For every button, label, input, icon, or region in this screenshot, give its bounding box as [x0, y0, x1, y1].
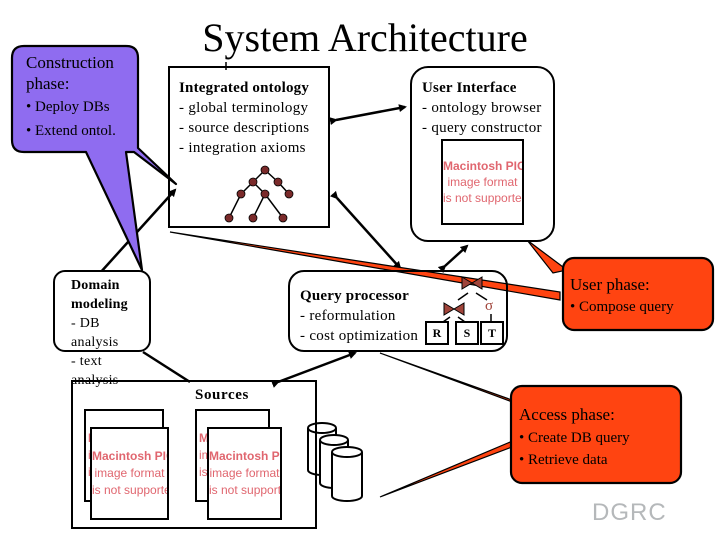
- dgrc-logo: DGRC: [592, 499, 667, 526]
- arrow-ui-qp: [437, 244, 469, 273]
- ui-image-placeholder: Macintosh PICT image format is not suppo…: [441, 139, 524, 225]
- user-phase-bullet: • Compose query: [570, 299, 674, 315]
- ontology-line: - integration axioms: [179, 140, 306, 156]
- pict-text: Macintosh PICT: [209, 449, 282, 463]
- pict-text: image format: [209, 466, 280, 480]
- pict-text: is not supported: [209, 483, 282, 497]
- arrow-qp-sources: [270, 351, 357, 388]
- ui-line: - query constructor: [422, 120, 542, 136]
- integrated-ontology-box: Integrated ontology - global terminology…: [168, 66, 330, 228]
- access-phase-callout: Access phase: • Create DB query • Retrie…: [519, 403, 630, 471]
- construction-bullet-2: • Extend ontol.: [26, 123, 116, 139]
- ontology-line: - source descriptions: [179, 120, 310, 136]
- domain-heading: modeling: [71, 297, 128, 312]
- select-operator-icon: σ: [485, 298, 494, 314]
- construction-bullet-1: • Deploy DBs: [26, 99, 110, 115]
- relation-r: R: [425, 321, 449, 345]
- qp-heading: Query processor: [300, 288, 409, 304]
- pict-text: image format: [447, 175, 518, 189]
- arrow-domain-sources: [142, 350, 191, 384]
- construction-callout: Construction phase: • Deploy DBs • Exten…: [26, 52, 116, 143]
- relation-t: T: [480, 321, 504, 345]
- user-phase-callout: User phase: • Compose query: [570, 274, 674, 318]
- construction-callout-title-1: Construction: [26, 53, 114, 72]
- arrow-ontology-ui: [329, 104, 407, 126]
- pict-text: is not supported: [443, 191, 524, 205]
- ontology-line: - global terminology: [179, 100, 309, 116]
- ontology-heading: Integrated ontology: [179, 80, 310, 96]
- source-image-placeholder: Macintosh PICT image format is not suppo…: [207, 427, 282, 520]
- ui-heading: User Interface: [422, 80, 517, 96]
- construction-callout-title-2: phase:: [26, 74, 70, 93]
- source-image-placeholder: Macintosh PICT image format is not suppo…: [90, 427, 169, 520]
- pict-text: is not supported: [92, 483, 169, 497]
- access-phase-bullet: • Retrieve data: [519, 452, 608, 468]
- access-phase-bullet: • Create DB query: [519, 430, 630, 446]
- domain-line: - DB analysis: [71, 316, 119, 350]
- access-phase-title: Access phase:: [519, 405, 615, 424]
- pict-text: Macintosh PICT: [443, 159, 522, 173]
- sources-label: Sources: [195, 387, 249, 403]
- pict-text: image format: [94, 466, 165, 480]
- domain-modeling-box: Domain modeling - DB analysis - text ana…: [53, 270, 151, 388]
- user-phase-title: User phase:: [570, 275, 650, 294]
- ui-line: - ontology browser: [422, 100, 542, 116]
- pict-text: Macintosh PICT: [92, 449, 167, 463]
- domain-heading: Domain: [71, 278, 120, 293]
- relation-s: S: [455, 321, 479, 345]
- arrow-ontology-qp: [330, 190, 402, 270]
